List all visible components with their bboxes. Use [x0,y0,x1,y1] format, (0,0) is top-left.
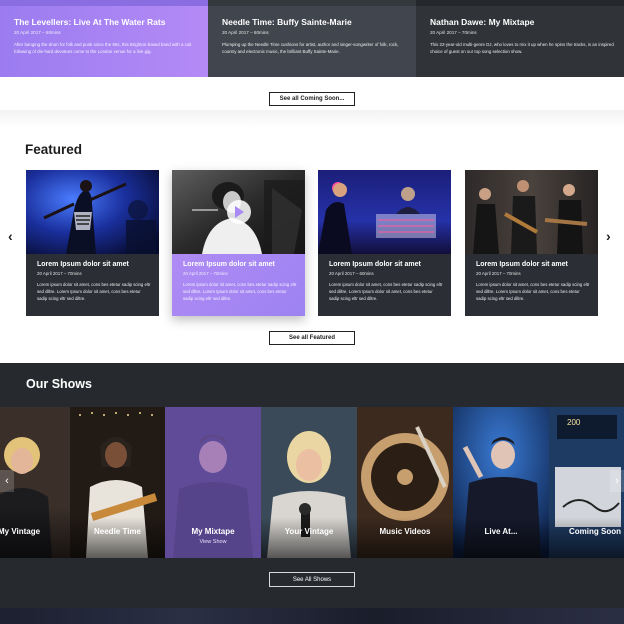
svg-text:200: 200 [567,418,581,427]
featured-card-desc: Lorem ipsum dolor sit amet, cons bes ete… [476,282,590,302]
featured-card-title: Lorem Ipsum dolor sit amet [37,261,129,268]
play-icon[interactable] [227,200,251,224]
shows-prev-arrow-icon[interactable]: ‹ [0,470,14,492]
coming-soon-card[interactable]: Nathan Dawe: My Mixtape 20 April 2017 – … [416,0,624,77]
shows-next-arrow-icon[interactable]: › [610,470,624,492]
coming-soon-title: Needle Time: Buffy Sainte-Marie [222,17,352,27]
featured-heading: Featured [25,142,83,157]
coming-soon-desc: Plumping up the Needle Time cushions for… [222,42,399,55]
coming-soon-meta: 20 April 2017 – 70mins [430,30,477,35]
coming-soon-card[interactable]: Needle Time: Buffy Sainte-Marie 20 April… [208,0,416,77]
coming-soon-desc: After banging the drum for folk and punk… [14,42,192,55]
featured-card-title: Lorem Ipsum dolor sit amet [329,261,421,268]
featured-card-meta: 20 April 2017 – 60mins [329,271,374,276]
see-all-featured-button[interactable]: See all Featured [269,331,355,345]
show-tile-label: Coming Soon [569,527,621,536]
show-tile-label: Needle Time [94,527,141,536]
featured-card-title: Lorem Ipsum dolor sit amet [476,261,568,268]
view-show-link[interactable]: View Show [165,539,261,545]
featured-card-desc: Lorem ipsum dolor sit amet, cons bes ete… [37,282,151,302]
featured-card-desc: Lorem ipsum dolor sit amet, cons bes ete… [183,282,297,302]
featured-card-meta: 20 April 2017 – 70mins [183,271,228,276]
featured-card[interactable]: Lorem Ipsum dolor sit amet 20 April 2017… [465,170,598,316]
coming-soon-strip: The Levellers: Live At The Water Rats 20… [0,0,624,77]
see-all-shows-button[interactable]: See All Shows [269,572,355,587]
featured-card-image [26,170,159,254]
our-shows-section: Our Shows My Vintage Needle Time My Mixt… [0,363,624,624]
show-tile[interactable]: Live At... [453,407,549,558]
show-tile-label: Your Vintage [284,527,334,536]
featured-card-meta: 20 April 2017 – 70mins [37,271,82,276]
featured-card[interactable]: Lorem Ipsum dolor sit amet 20 April 2017… [318,170,451,316]
show-tile[interactable]: Needle Time [70,407,165,558]
featured-prev-arrow-icon[interactable]: ‹ [8,228,13,244]
coming-soon-title: The Levellers: Live At The Water Rats [14,17,166,27]
coming-soon-meta: 20 April 2017 – 60mins [222,30,269,35]
coming-soon-image-edge [0,0,624,6]
see-all-coming-soon-button[interactable]: See all Coming Soon... [269,92,355,106]
featured-card-image [172,170,305,254]
coming-soon-desc: This 22-year-old multi-genre DJ, who lov… [430,42,614,55]
show-tile[interactable]: Your Vintage [261,407,357,558]
coming-soon-meta: 20 April 2017 – 60mins [14,30,61,35]
section-divider [0,110,624,128]
coming-soon-title: Nathan Dawe: My Mixtape [430,17,535,27]
featured-card-meta: 20 April 2017 – 70mins [476,271,521,276]
featured-card-desc: Lorem ipsum dolor sit amet, cons bes ete… [329,282,443,302]
coming-soon-card[interactable]: The Levellers: Live At The Water Rats 20… [0,0,208,77]
show-tile[interactable]: Music Videos [357,407,453,558]
show-tile-active[interactable]: My Mixtape View Show [165,407,261,558]
show-tile-label: Live At... [484,527,518,536]
featured-card-image [318,170,451,254]
featured-next-arrow-icon[interactable]: › [606,228,611,244]
featured-card[interactable]: Lorem Ipsum dolor sit amet 20 April 2017… [26,170,159,316]
featured-card-title: Lorem Ipsum dolor sit amet [183,261,275,268]
our-shows-heading: Our Shows [26,377,92,391]
featured-card-image [465,170,598,254]
show-tile-label: Music Videos [379,527,431,536]
show-tile-label: My Mixtape [191,527,235,536]
featured-card-active[interactable]: Lorem Ipsum dolor sit amet 20 April 2017… [172,170,305,316]
footer-image-strip [0,608,624,624]
show-tile-label: My Vintage [0,527,41,536]
